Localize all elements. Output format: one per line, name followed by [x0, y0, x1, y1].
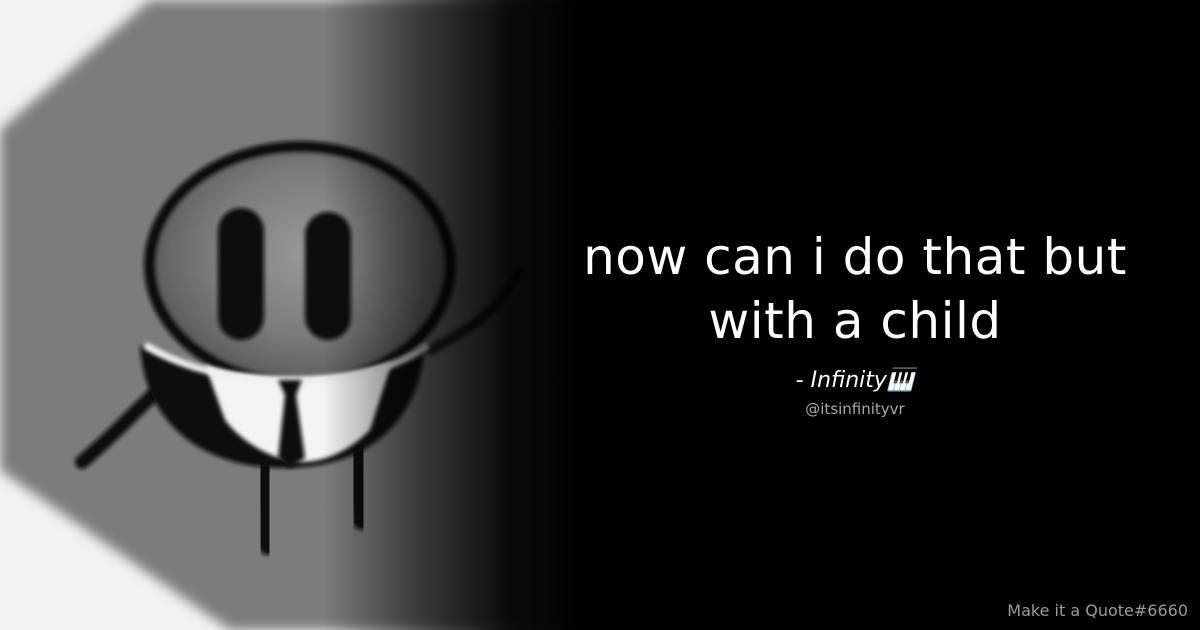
avatar-image: [0, 0, 620, 630]
quote-block: now can i do that but with a child - Inf…: [540, 225, 1170, 419]
left-eye: [218, 208, 264, 340]
author-handle: @itsinfinityvr: [805, 400, 905, 418]
quote-text: now can i do that but with a child: [583, 228, 1127, 350]
avatar-drawing: [0, 0, 620, 630]
quote-author: - Infinity🎹: [795, 368, 915, 393]
quote-card: now can i do that but with a child - Inf…: [0, 0, 1200, 630]
head: [144, 141, 456, 389]
right-eye: [305, 212, 351, 340]
watermark: Make it a Quote#6660: [1007, 601, 1188, 620]
